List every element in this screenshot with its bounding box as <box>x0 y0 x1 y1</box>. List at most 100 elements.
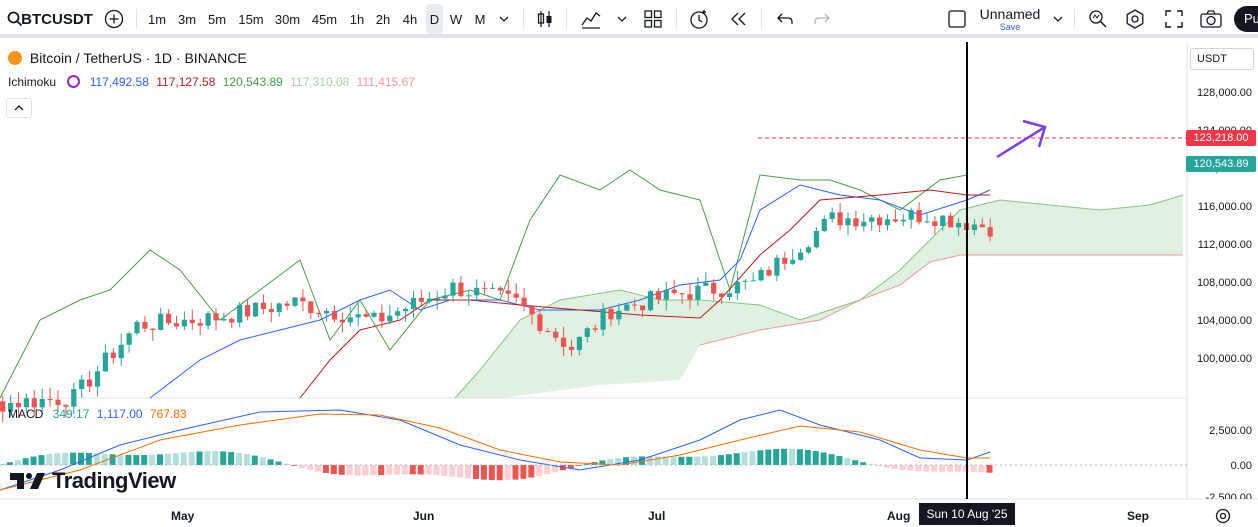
candle-body <box>924 221 930 223</box>
candle-body <box>711 282 717 294</box>
macd-histogram-bar <box>725 454 732 465</box>
candle-body <box>31 398 37 408</box>
interval-5m[interactable]: 5m <box>204 0 230 38</box>
macd-histogram-bar <box>686 456 693 465</box>
macd-histogram-bar <box>520 465 527 479</box>
candle-body <box>142 321 148 329</box>
price-chart[interactable] <box>0 42 1258 527</box>
layout-grid-icon[interactable] <box>641 0 665 38</box>
macd-histogram-bar <box>907 465 914 471</box>
symbol-search-button[interactable]: BTCUSDT <box>21 0 93 38</box>
time-axis-settings-gear-icon[interactable] <box>1214 507 1232 525</box>
macd-histogram-bar <box>38 455 45 465</box>
price-label: 112,000.00 <box>1197 239 1252 251</box>
redo-icon[interactable] <box>810 0 834 38</box>
candle-body <box>371 312 377 317</box>
top-toolbar: BTCUSDT 1m 3m 5m 15m 30m 45m 1h 2h 4h D … <box>0 0 1258 38</box>
ichimoku-conversion-value: 117,492.58 <box>89 75 149 89</box>
replay-rewind-icon[interactable] <box>726 0 752 38</box>
candle-body <box>150 328 156 330</box>
interval-3m[interactable]: 3m <box>174 0 200 38</box>
indicator-name: Ichimoku <box>8 75 57 89</box>
candle-body <box>576 336 582 351</box>
indicators-chevron-down-icon[interactable] <box>613 0 631 38</box>
indicator-settings-icon[interactable] <box>67 75 81 88</box>
candle-body <box>679 293 685 295</box>
alert-clock-icon[interactable] <box>686 0 712 38</box>
candle-body <box>948 215 954 228</box>
interval-1m[interactable]: 1m <box>145 0 169 38</box>
candle-body <box>118 344 124 359</box>
macd-histogram-bar <box>236 452 242 465</box>
interval-1h[interactable]: 1h <box>345 0 369 38</box>
macd-histogram-bar <box>796 449 803 465</box>
macd-histogram-bar <box>765 449 772 465</box>
candle-body <box>979 224 985 228</box>
symbol-title: Bitcoin / TetherUS · 1D · BINANCE <box>29 50 247 66</box>
time-label-sep: Sep <box>1127 509 1150 523</box>
candle-body <box>671 289 677 294</box>
candles-chart-type-icon[interactable] <box>533 0 557 38</box>
layout-square-icon[interactable] <box>945 0 969 38</box>
candle-body <box>805 247 812 253</box>
macd-histogram-bar <box>891 465 898 469</box>
collapse-legend-button[interactable] <box>6 98 32 118</box>
macd-histogram-bar <box>717 455 724 465</box>
macd-histogram-bar <box>512 465 519 480</box>
ichimoku-legend[interactable]: Ichimoku 117,492.58 117,127.58 120,543.8… <box>8 75 419 89</box>
interval-dropdown-chevron-down-icon[interactable] <box>495 0 513 38</box>
candle-body <box>624 304 630 311</box>
candle-body <box>237 304 243 323</box>
settings-gear-icon[interactable] <box>1122 0 1148 38</box>
interval-d[interactable]: D <box>426 4 443 34</box>
candle-body <box>450 282 456 296</box>
macd-histogram-bar <box>789 448 795 465</box>
layout-chevron-down-icon[interactable] <box>1050 0 1066 38</box>
crosshair-date-label: Sun 10 Aug '25 <box>919 503 1015 525</box>
interval-m[interactable]: M <box>470 0 490 38</box>
candle-body <box>158 313 164 330</box>
candle-body <box>379 312 385 322</box>
macd-histogram-bar <box>504 465 511 481</box>
indicators-icon[interactable] <box>578 0 604 38</box>
candle-body <box>837 212 843 226</box>
macd-histogram-bar <box>14 460 21 465</box>
candle-body <box>553 331 559 338</box>
time-label-may: May <box>171 509 195 523</box>
macd-histogram-bar <box>899 465 906 470</box>
candle-body <box>790 259 796 264</box>
candle-body <box>466 295 472 297</box>
candle-body <box>173 323 180 327</box>
candle-body <box>568 346 575 351</box>
interval-15m[interactable]: 15m <box>235 0 267 38</box>
macd-histogram-bar <box>844 458 851 465</box>
fullscreen-icon[interactable] <box>1161 0 1187 38</box>
save-label[interactable]: Save <box>976 22 1044 32</box>
macd-label: MACD <box>8 407 44 421</box>
undo-icon[interactable] <box>773 0 797 38</box>
macd-legend[interactable]: MACD 349.17 1,117.00 767.83 <box>8 407 191 421</box>
price-label: 100,000.00 <box>1196 353 1252 365</box>
macd-histogram-bar <box>188 451 195 465</box>
currency-selector[interactable]: USDT <box>1190 48 1254 70</box>
candle-body <box>687 294 693 300</box>
camera-snapshot-icon[interactable] <box>1198 0 1224 38</box>
candle-body <box>268 309 274 312</box>
macd-histogram-bar <box>757 450 764 465</box>
interval-30m[interactable]: 30m <box>271 0 304 38</box>
macd-histogram-bar <box>141 455 148 465</box>
compare-symbol-button[interactable] <box>101 0 127 38</box>
candle-body <box>932 221 938 227</box>
interval-2h[interactable]: 2h <box>371 0 395 38</box>
macd-histogram-bar <box>401 465 408 475</box>
interval-45m[interactable]: 45m <box>308 0 341 38</box>
quick-search-icon[interactable] <box>1085 0 1111 38</box>
candle-body <box>442 295 448 299</box>
interval-w[interactable]: W <box>446 0 466 38</box>
interval-4h[interactable]: 4h <box>398 0 422 38</box>
publish-button[interactable]: Pu <box>1234 6 1258 32</box>
candle-body <box>260 302 266 310</box>
macd-histogram-bar <box>702 456 709 465</box>
lagging-span <box>0 169 968 399</box>
macd-histogram-bar <box>133 455 140 465</box>
